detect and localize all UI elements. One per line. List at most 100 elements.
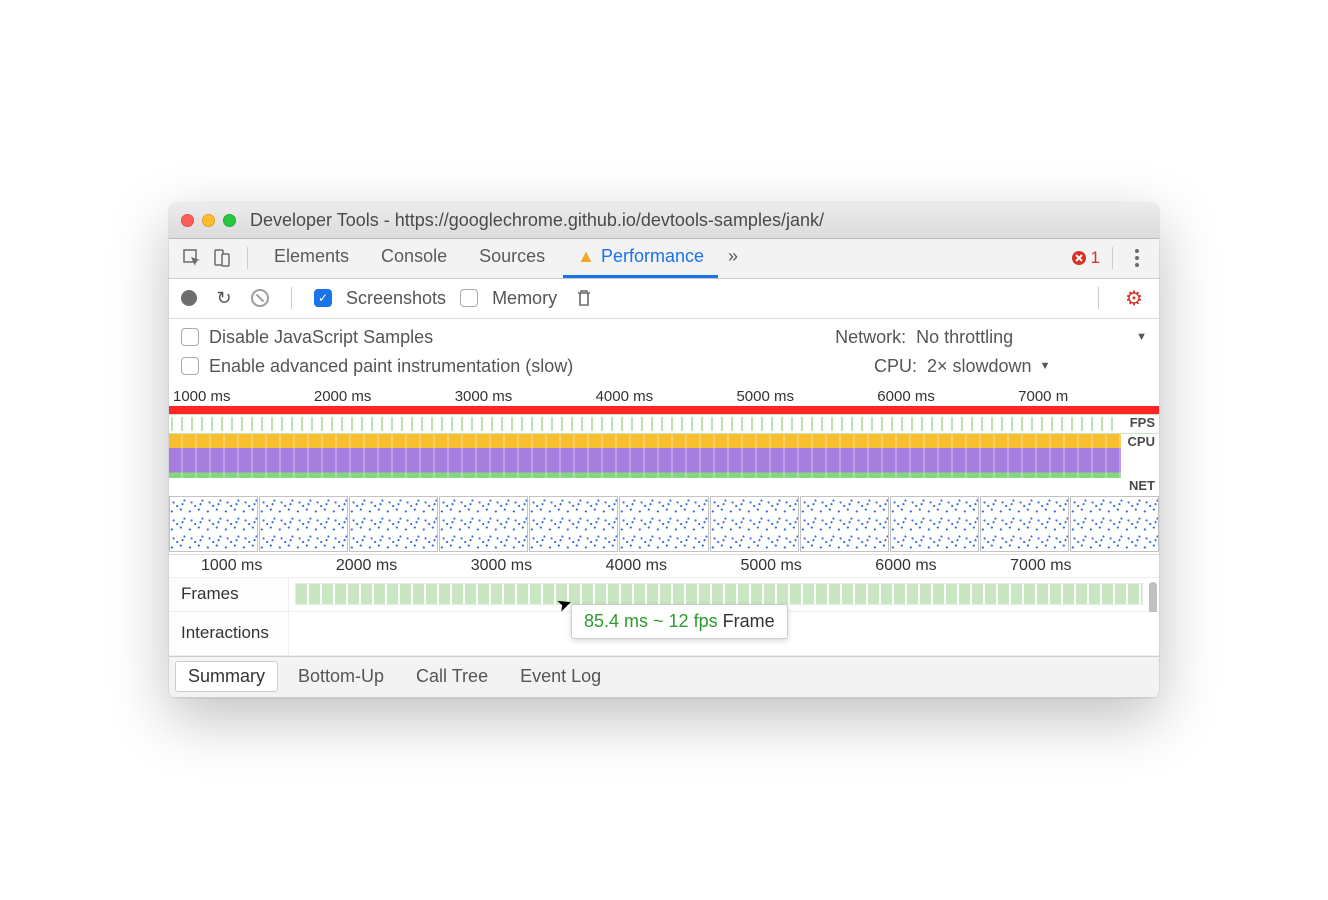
network-value: No throttling xyxy=(916,327,1013,348)
screenshot-thumb[interactable] xyxy=(1070,496,1159,552)
ruler-tick: 7000 ms xyxy=(1010,557,1145,575)
settings-row-paint: Enable advanced paint instrumentation (s… xyxy=(169,356,1159,385)
enable-paint-checkbox[interactable] xyxy=(181,357,199,375)
screenshot-thumb[interactable] xyxy=(619,496,708,552)
ruler-tick: 5000 ms xyxy=(740,557,875,575)
ruler-tick: 2000 ms xyxy=(336,557,471,575)
cpu-lane: CPU xyxy=(169,434,1159,478)
error-icon xyxy=(1071,250,1087,266)
network-throttling-select[interactable]: No throttling xyxy=(916,327,1066,348)
screenshot-thumb[interactable] xyxy=(169,496,258,552)
frame-tooltip: 85.4 ms ~ 12 fps Frame xyxy=(571,604,788,639)
tooltip-suffix: Frame xyxy=(723,611,775,631)
devtools-window: Developer Tools - https://googlechrome.g… xyxy=(169,203,1159,698)
cpu-label: CPU: xyxy=(874,356,917,377)
network-label: Network: xyxy=(835,327,906,348)
fps-lane: FPS xyxy=(169,414,1159,434)
ruler-tick: 4000 ms xyxy=(596,388,737,405)
fps-lane-label: FPS xyxy=(1126,415,1159,430)
overview-panel[interactable]: 1000 ms 2000 ms 3000 ms 4000 ms 5000 ms … xyxy=(169,385,1159,555)
tab-sources[interactable]: Sources xyxy=(465,238,559,278)
reload-button[interactable]: ↻ xyxy=(211,285,237,311)
screenshot-thumb[interactable] xyxy=(800,496,889,552)
tab-label: Performance xyxy=(601,246,704,267)
screenshots-label: Screenshots xyxy=(346,288,446,309)
more-options-button[interactable] xyxy=(1125,249,1149,267)
tab-call-tree[interactable]: Call Tree xyxy=(404,662,500,691)
details-tabs: Summary Bottom-Up Call Tree Event Log xyxy=(169,656,1159,698)
ruler-tick: 1000 ms xyxy=(173,388,314,405)
memory-checkbox[interactable] xyxy=(460,289,478,307)
tab-performance[interactable]: ▲ Performance xyxy=(563,238,718,278)
titlebar: Developer Tools - https://googlechrome.g… xyxy=(169,203,1159,239)
clear-button[interactable] xyxy=(251,289,269,307)
screenshot-thumb[interactable] xyxy=(259,496,348,552)
minimize-window-button[interactable] xyxy=(202,214,215,227)
error-count-badge[interactable]: 1 xyxy=(1071,248,1100,268)
cpu-throttling-select[interactable]: 2× slowdown ▼ xyxy=(927,356,1077,377)
screenshot-thumb[interactable] xyxy=(980,496,1069,552)
garbage-collect-button[interactable] xyxy=(571,285,597,311)
divider xyxy=(291,287,292,309)
disable-js-checkbox[interactable] xyxy=(181,328,199,346)
frames-track[interactable]: Frames ➤ 85.4 ms ~ 12 fps Frame xyxy=(169,578,1159,612)
tab-event-log[interactable]: Event Log xyxy=(508,662,613,691)
frames-strip[interactable] xyxy=(295,583,1143,605)
tab-summary[interactable]: Summary xyxy=(175,661,278,692)
tabs-overflow-button[interactable]: » xyxy=(722,238,744,278)
tab-label: Bottom-Up xyxy=(298,666,384,686)
flame-chart[interactable]: 1000 ms 2000 ms 3000 ms 4000 ms 5000 ms … xyxy=(169,555,1159,656)
ruler-tick: 7000 m xyxy=(1018,388,1159,405)
window-title: Developer Tools - https://googlechrome.g… xyxy=(250,210,824,231)
inspect-element-icon[interactable] xyxy=(179,245,205,271)
screenshot-strip xyxy=(169,496,1159,552)
frames-track-label: Frames xyxy=(169,578,289,611)
tooltip-timing: 85.4 ms ~ 12 fps xyxy=(584,611,718,631)
tab-label: Sources xyxy=(479,246,545,267)
chevron-down-icon: ▼ xyxy=(1040,360,1051,372)
disable-js-label: Disable JavaScript Samples xyxy=(209,327,433,348)
warning-icon: ▲ xyxy=(577,246,595,267)
long-frame-bar xyxy=(169,406,1159,414)
divider xyxy=(1112,247,1113,269)
ruler-tick: 6000 ms xyxy=(877,388,1018,405)
ruler-tick: 3000 ms xyxy=(455,388,596,405)
screenshots-checkbox[interactable] xyxy=(314,289,332,307)
enable-paint-label: Enable advanced paint instrumentation (s… xyxy=(209,356,573,377)
overview-ruler: 1000 ms 2000 ms 3000 ms 4000 ms 5000 ms … xyxy=(169,385,1159,405)
screenshot-thumb[interactable] xyxy=(890,496,979,552)
close-window-button[interactable] xyxy=(181,214,194,227)
ruler-tick: 5000 ms xyxy=(736,388,877,405)
tab-label: Console xyxy=(381,246,447,267)
recording-toolbar: ↻ Screenshots Memory ⚙ xyxy=(169,279,1159,319)
tab-console[interactable]: Console xyxy=(367,238,461,278)
interactions-track-label: Interactions xyxy=(169,612,289,655)
device-toolbar-icon[interactable] xyxy=(209,245,235,271)
cpu-value: 2× slowdown xyxy=(927,356,1032,377)
tab-label: Event Log xyxy=(520,666,601,686)
ruler-tick: 4000 ms xyxy=(606,557,741,575)
chevron-down-icon: ▼ xyxy=(1136,331,1147,343)
settings-row-js: Disable JavaScript Samples Network: No t… xyxy=(169,319,1159,356)
ruler-tick: 6000 ms xyxy=(875,557,1010,575)
panel-tabs: Elements Console Sources ▲ Performance »… xyxy=(169,239,1159,279)
record-button[interactable] xyxy=(181,290,197,306)
net-lane-label: NET xyxy=(1125,478,1159,493)
tab-label: Elements xyxy=(274,246,349,267)
divider xyxy=(1098,287,1099,309)
screenshot-thumb[interactable] xyxy=(349,496,438,552)
divider xyxy=(247,247,248,269)
error-count: 1 xyxy=(1091,248,1100,268)
tab-bottom-up[interactable]: Bottom-Up xyxy=(286,662,396,691)
cpu-lane-label: CPU xyxy=(1124,434,1159,449)
capture-settings-button[interactable]: ⚙ xyxy=(1121,285,1147,311)
screenshot-thumb[interactable] xyxy=(710,496,799,552)
tab-label: Call Tree xyxy=(416,666,488,686)
tab-elements[interactable]: Elements xyxy=(260,238,363,278)
overflow-glyph: » xyxy=(728,246,738,267)
screenshot-thumb[interactable] xyxy=(529,496,618,552)
screenshot-thumb[interactable] xyxy=(439,496,528,552)
zoom-window-button[interactable] xyxy=(223,214,236,227)
net-lane: NET xyxy=(169,478,1159,494)
traffic-lights xyxy=(181,214,236,227)
